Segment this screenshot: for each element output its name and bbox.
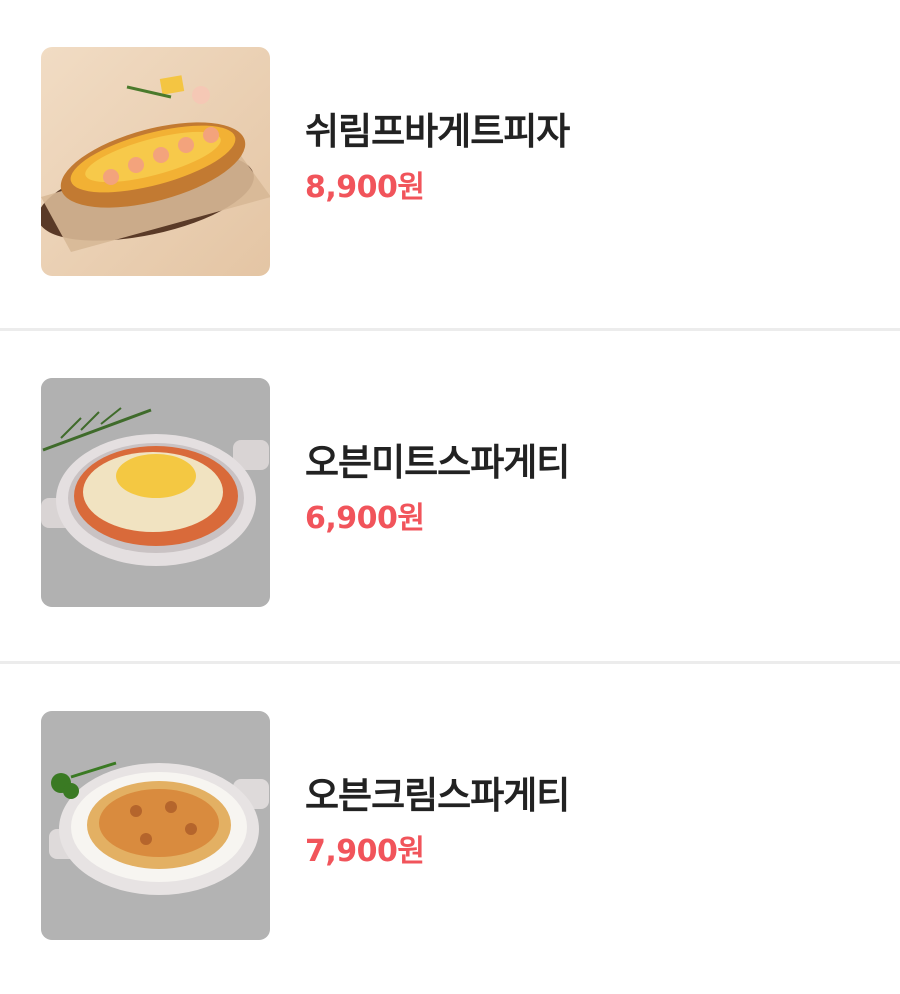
menu-item-name: 오븐미트스파게티	[305, 441, 570, 484]
menu-item-info: 오븐크림스파게티 7,900원	[305, 772, 570, 872]
menu-item-price: 7,900원	[305, 834, 425, 869]
oven-cream-spaghetti-photo	[41, 711, 270, 940]
menu-item-name: 쉬림프바게트피자	[305, 110, 570, 153]
menu-item-oven-cream-spaghetti[interactable]: 오븐크림스파게티 7,900원	[0, 664, 900, 994]
menu-item-info: 쉬림프바게트피자 8,900원	[305, 108, 570, 208]
menu-item-oven-meat-spaghetti[interactable]: 오븐미트스파게티 6,900원	[0, 331, 900, 661]
shrimp-baguette-pizza-photo	[41, 47, 270, 276]
menu-item-info: 오븐미트스파게티 6,900원	[305, 439, 570, 539]
oven-meat-spaghetti-photo	[41, 378, 270, 607]
menu-item-price: 8,900원	[305, 170, 425, 205]
menu-list: 쉬림프바게트피자 8,900원 오븐미트스파게티 6,900원 오븐크림스파게티…	[0, 0, 900, 994]
menu-item-price: 6,900원	[305, 501, 425, 536]
menu-item-shrimp-baguette-pizza[interactable]: 쉬림프바게트피자 8,900원	[0, 0, 900, 328]
menu-item-name: 오븐크림스파게티	[305, 774, 570, 817]
